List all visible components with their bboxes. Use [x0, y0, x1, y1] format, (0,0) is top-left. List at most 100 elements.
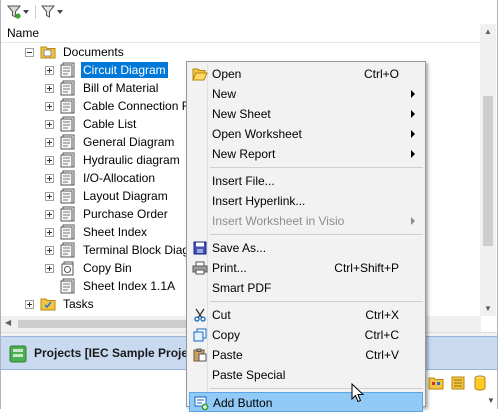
expand-icon[interactable] [45, 119, 54, 129]
menu-item-add-button[interactable]: Add Button [189, 392, 423, 412]
menu-separator [210, 301, 423, 302]
expand-icon[interactable] [25, 299, 34, 309]
expand-icon[interactable] [45, 137, 54, 147]
document-sheet-icon [60, 62, 76, 78]
menu-item-label: Paste Special [212, 368, 286, 382]
menu-item-insert-hyperlink[interactable]: Insert Hyperlink... [189, 191, 423, 211]
expand-icon[interactable] [45, 209, 54, 219]
menu-item-copy[interactable]: Copy Ctrl+C [189, 325, 423, 345]
explorer-window: Name Documents Circuit Diagram Bill of Ma… [0, 0, 498, 412]
filter-button[interactable] [7, 4, 30, 20]
toolbar-separator [35, 5, 36, 19]
menu-item-label: Cut [212, 308, 231, 322]
menu-separator [210, 234, 423, 235]
menu-item-new-report[interactable]: New Report [189, 144, 423, 164]
menu-item-open[interactable]: Open Ctrl+O [189, 64, 423, 84]
tree-node-documents[interactable]: Documents [25, 43, 126, 61]
menu-item-new[interactable]: New [189, 84, 423, 104]
submenu-arrow-icon [411, 217, 415, 225]
menu-item-print[interactable]: Print... Ctrl+Shift+P [189, 258, 423, 278]
tree-node-document[interactable]: Hydraulic diagram [45, 151, 182, 169]
copy-icon [192, 327, 208, 343]
submenu-arrow-icon [411, 150, 415, 158]
scroll-down-arrow-icon[interactable]: ▼ [484, 304, 492, 313]
column-header-name[interactable]: Name [1, 24, 497, 43]
menu-item-cut[interactable]: Cut Ctrl+X [189, 305, 423, 325]
tree-node-label: Layout Diagram [83, 189, 168, 203]
tree-node-label: General Diagram [83, 135, 175, 149]
expand-icon[interactable] [45, 227, 54, 237]
menu-item-insert-worksheet-in-visio[interactable]: Insert Worksheet in Visio [189, 211, 423, 231]
scrollbar-thumb[interactable] [483, 96, 493, 246]
paste-icon [192, 347, 208, 363]
tree-node-document[interactable]: Terminal Block Diag [45, 241, 191, 259]
expand-icon[interactable] [45, 173, 54, 183]
collapse-icon[interactable] [25, 47, 34, 57]
tree-node-document[interactable]: Cable List [45, 115, 138, 133]
tree-node-document[interactable]: I/O-Allocation [45, 169, 157, 187]
menu-item-label: Save As... [212, 241, 267, 255]
print-icon [192, 260, 208, 276]
tree-node-label: Copy Bin [83, 261, 132, 275]
tree-node-document[interactable]: Copy Bin [45, 259, 134, 277]
menu-item-open-worksheet[interactable]: Open Worksheet [189, 124, 423, 144]
folder-document-icon [40, 44, 56, 60]
menu-item-label: Add Button [213, 396, 273, 410]
menu-item-save-as[interactable]: Save As... [189, 238, 423, 258]
document-sheet-icon [60, 206, 76, 222]
database-icon[interactable] [449, 374, 467, 392]
menu-item-label: Paste [212, 348, 243, 362]
folder-icon[interactable] [427, 374, 445, 392]
expand-icon[interactable] [45, 83, 54, 93]
expand-icon[interactable] [45, 155, 54, 165]
submenu-arrow-icon [411, 110, 415, 118]
tree-node-document[interactable]: Bill of Material [45, 79, 160, 97]
expand-icon[interactable] [45, 191, 54, 201]
tree-node-document[interactable]: Circuit Diagram [45, 61, 168, 79]
scroll-left-arrow-icon[interactable]: ◀ [5, 318, 11, 327]
menu-item-label: Print... [212, 261, 247, 275]
tree-node-label: Sheet Index [83, 225, 148, 239]
tree-node-document[interactable]: Purchase Order [45, 205, 170, 223]
menu-item-label: New Report [212, 147, 276, 161]
menu-item-insert-file[interactable]: Insert File... [189, 171, 423, 191]
menu-item-smart-pdf[interactable]: Smart PDF [189, 278, 423, 298]
tree-node-document[interactable]: Sheet Index [45, 223, 149, 241]
expand-icon[interactable] [45, 263, 54, 273]
vertical-scrollbar[interactable]: ▲ ▼ [480, 24, 496, 316]
tree-node-label: I/O-Allocation [83, 171, 156, 185]
menu-item-label: Smart PDF [212, 281, 272, 295]
menu-item-label: Insert Hyperlink... [212, 194, 306, 208]
tree-node-document[interactable]: Sheet Index 1.1A [45, 277, 177, 295]
menu-separator [210, 388, 423, 389]
menu-item-new-sheet[interactable]: New Sheet [189, 104, 423, 124]
menu-item-shortcut: Ctrl+X [365, 308, 399, 322]
menu-item-paste-special[interactable]: Paste Special [189, 365, 423, 385]
document-sheet-icon [60, 98, 76, 114]
tree-node-document[interactable]: Cable Connection R [45, 97, 192, 115]
bottom-toolbar [427, 374, 489, 392]
scissors-icon [192, 307, 208, 323]
toolbar [1, 0, 497, 24]
scroll-up-arrow-icon[interactable]: ▲ [484, 27, 492, 36]
menu-item-paste[interactable]: Paste Ctrl+V [189, 345, 423, 365]
filter-clear-button[interactable] [41, 4, 64, 20]
cylinder-icon[interactable] [471, 374, 489, 392]
submenu-arrow-icon [411, 130, 415, 138]
tree-node-label: Bill of Material [83, 81, 159, 95]
tree-node-document[interactable]: General Diagram [45, 133, 176, 151]
menu-item-shortcut: Ctrl+Shift+P [334, 261, 399, 275]
filter-clear-icon [41, 5, 55, 18]
expand-icon[interactable] [45, 245, 54, 255]
tree-node-tasks[interactable]: Tasks [25, 295, 96, 313]
expand-icon[interactable] [45, 65, 54, 75]
document-sheet-icon [60, 134, 76, 150]
tree-node-label: Terminal Block Diag [83, 243, 190, 257]
filter-icon [7, 5, 21, 19]
tasks-folder-icon [40, 296, 56, 312]
overflow-arrow-icon[interactable]: ▼ [487, 396, 495, 405]
expand-icon[interactable] [45, 101, 54, 111]
tree-node-document[interactable]: Layout Diagram [45, 187, 170, 205]
tree-node-label: Circuit Diagram [81, 62, 168, 78]
copy-bin-icon [60, 260, 76, 276]
